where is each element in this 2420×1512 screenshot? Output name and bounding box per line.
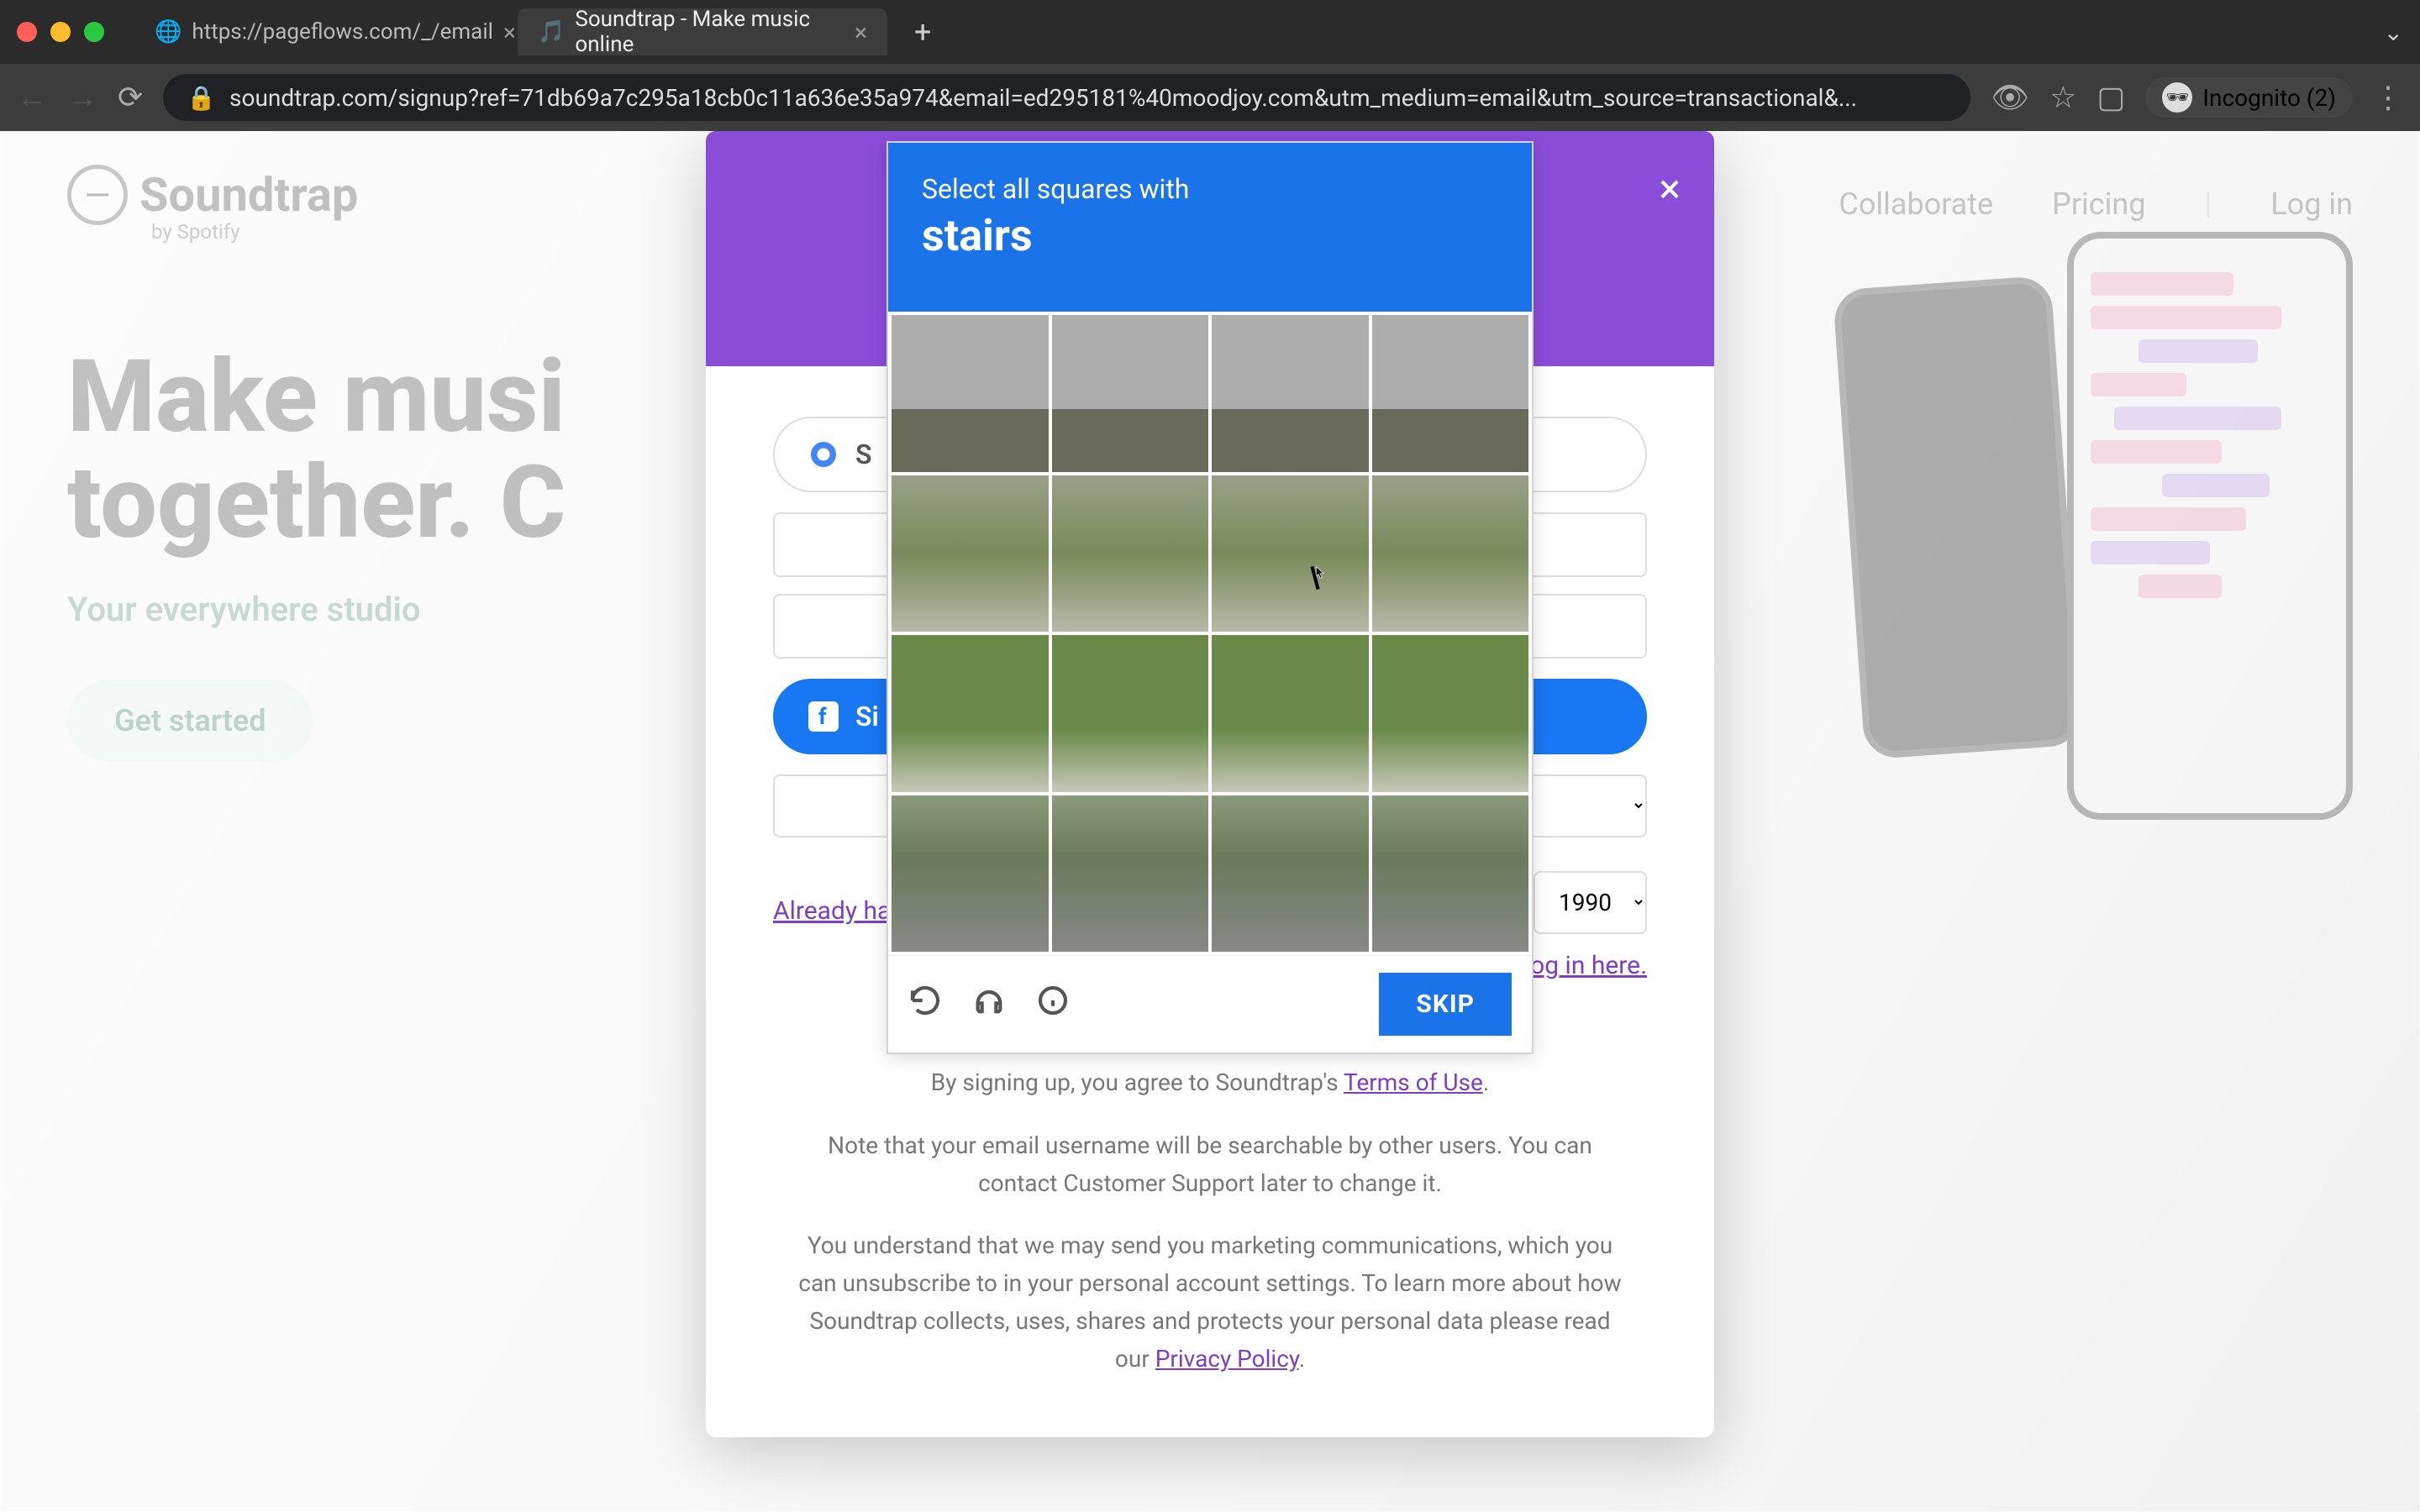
- bookmark-icon[interactable]: ☆: [2049, 80, 2076, 115]
- back-button[interactable]: ←: [17, 80, 47, 115]
- recaptcha-tile[interactable]: [892, 795, 1049, 953]
- tab-title: Soundtrap - Make music online: [575, 7, 844, 57]
- panel-icon[interactable]: ▢: [2096, 80, 2125, 115]
- recaptcha-tile[interactable]: [1372, 475, 1529, 633]
- page-viewport: — Soundtrap by Spotify Collaborate Prici…: [0, 131, 2420, 1512]
- recaptcha-target: stairs: [922, 210, 1498, 261]
- incognito-badge[interactable]: 🕶 Incognito (2): [2145, 77, 2353, 118]
- tabs-overflow-icon[interactable]: ⌄: [2384, 18, 2403, 46]
- recaptcha-tile[interactable]: [892, 475, 1049, 633]
- browser-chrome: 🌐 https://pageflows.com/_/email × 🎵 Soun…: [0, 0, 2420, 131]
- new-tab-button[interactable]: +: [901, 14, 944, 50]
- recaptcha-tile[interactable]: [892, 635, 1049, 792]
- recaptcha-info-icon[interactable]: [1036, 984, 1070, 1026]
- recaptcha-tile[interactable]: [1372, 315, 1529, 472]
- recaptcha-tile[interactable]: [1212, 635, 1369, 792]
- browser-tab[interactable]: 🌐 https://pageflows.com/_/email ×: [134, 8, 504, 55]
- google-icon: [808, 439, 839, 470]
- year-select[interactable]: 1990: [1534, 871, 1647, 934]
- recaptcha-tile[interactable]: [1372, 795, 1529, 953]
- favicon-icon: 🎵: [538, 19, 565, 45]
- close-tab-icon[interactable]: ×: [855, 18, 867, 46]
- recaptcha-footer: SKIP: [888, 955, 1532, 1053]
- modal-close-button[interactable]: ×: [1659, 165, 1681, 213]
- window-controls: [17, 22, 104, 42]
- reload-button[interactable]: ⟳: [118, 80, 143, 115]
- recaptcha-skip-button[interactable]: SKIP: [1379, 973, 1512, 1036]
- recaptcha-audio-icon[interactable]: [972, 984, 1006, 1026]
- browser-tab-active[interactable]: 🎵 Soundtrap - Make music online ×: [518, 8, 887, 55]
- address-bar[interactable]: 🔒 soundtrap.com/signup?ref=71db69a7c295a…: [163, 74, 1970, 121]
- legal-2: Note that your email username will be se…: [790, 1127, 1630, 1203]
- menu-icon[interactable]: ⋮: [2373, 80, 2403, 115]
- incognito-label: Incognito (2): [2202, 84, 2336, 112]
- recaptcha-header: Select all squares with stairs: [888, 143, 1532, 312]
- recaptcha-tile[interactable]: [1212, 315, 1369, 472]
- recaptcha-grid: [888, 312, 1532, 955]
- recaptcha-tile[interactable]: [1052, 475, 1209, 633]
- recaptcha-tile[interactable]: [1052, 795, 1209, 953]
- tab-bar: 🌐 https://pageflows.com/_/email × 🎵 Soun…: [0, 0, 2420, 64]
- signup-google-label: S: [855, 438, 872, 470]
- recaptcha-tile[interactable]: [1212, 475, 1369, 633]
- recaptcha-tile[interactable]: [892, 315, 1049, 472]
- recaptcha-tile[interactable]: [1052, 635, 1209, 792]
- svg-text:f: f: [818, 703, 827, 730]
- close-window-button[interactable]: [17, 22, 37, 42]
- recaptcha-reload-icon[interactable]: [908, 984, 942, 1026]
- close-tab-icon[interactable]: ×: [503, 18, 516, 46]
- maximize-window-button[interactable]: [84, 22, 104, 42]
- legal-1-suffix: .: [1483, 1068, 1489, 1096]
- signup-facebook-label: Si: [855, 701, 879, 732]
- incognito-icon: 🕶: [2162, 82, 2192, 113]
- url-bar: ← → ⟳ 🔒 soundtrap.com/signup?ref=71db69a…: [0, 64, 2420, 131]
- terms-link[interactable]: Terms of Use: [1344, 1068, 1483, 1096]
- legal-text: By signing up, you agree to Soundtrap's …: [706, 1031, 1714, 1437]
- recaptcha-tile[interactable]: [1372, 635, 1529, 792]
- recaptcha-instruction: Select all squares with: [922, 173, 1498, 205]
- url-text: soundtrap.com/signup?ref=71db69a7c295a18…: [229, 84, 1857, 112]
- legal-1-prefix: By signing up, you agree to Soundtrap's: [931, 1068, 1344, 1096]
- no-tracking-icon[interactable]: 👁: [1991, 80, 2029, 115]
- already-have-account-link[interactable]: Already ha: [773, 896, 891, 926]
- recaptcha-tile[interactable]: [1212, 795, 1369, 953]
- recaptcha-tile[interactable]: [1052, 315, 1209, 472]
- forward-button[interactable]: →: [67, 80, 97, 115]
- globe-icon: 🌐: [155, 19, 182, 45]
- legal-3-suffix: .: [1299, 1345, 1305, 1373]
- facebook-icon: f: [808, 701, 839, 732]
- minimize-window-button[interactable]: [50, 22, 71, 42]
- lock-icon: 🔒: [187, 84, 216, 112]
- recaptcha-challenge: Select all squares with stairs: [886, 141, 1534, 1054]
- tab-title: https://pageflows.com/_/email: [192, 19, 493, 45]
- privacy-link[interactable]: Privacy Policy: [1155, 1345, 1299, 1373]
